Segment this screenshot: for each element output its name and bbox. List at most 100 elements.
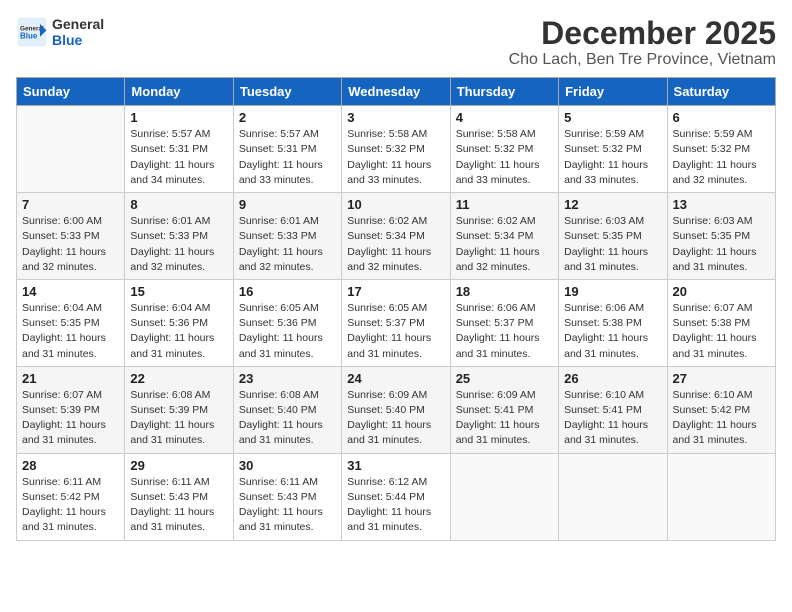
calendar-cell xyxy=(450,453,558,540)
day-info: Sunrise: 6:12 AM Sunset: 5:44 PM Dayligh… xyxy=(347,475,444,536)
day-info: Sunrise: 6:05 AM Sunset: 5:37 PM Dayligh… xyxy=(347,301,444,362)
day-header-saturday: Saturday xyxy=(667,78,775,106)
calendar-cell: 3Sunrise: 5:58 AM Sunset: 5:32 PM Daylig… xyxy=(342,106,450,193)
calendar-cell: 20 Sunrise: 6:07 AM Sunset: 5:38 PM Dayli… xyxy=(667,279,775,366)
day-info: Sunrise: 6:06 AM Sunset: 5:38 PM Dayligh… xyxy=(564,301,661,362)
day-header-monday: Monday xyxy=(125,78,233,106)
calendar-cell: 7 Sunrise: 6:00 AM Sunset: 5:33 PM Daylig… xyxy=(17,193,125,280)
calendar-cell: 4 Sunrise: 5:58 AM Sunset: 5:32 PM Daylig… xyxy=(450,106,558,193)
day-number: 13 xyxy=(673,197,770,212)
calendar-cell: 30 Sunrise: 6:11 AM Sunset: 5:43 PM Dayli… xyxy=(233,453,341,540)
week-row-4: 21 Sunrise: 6:07 AM Sunset: 5:39 PM Dayli… xyxy=(17,366,776,453)
day-info: Sunrise: 6:04 AM Sunset: 5:36 PM Dayligh… xyxy=(130,301,227,362)
title-block: December 2025 Cho Lach, Ben Tre Province… xyxy=(509,16,776,69)
day-number: 23 xyxy=(239,371,336,386)
day-info: Sunrise: 6:09 AM Sunset: 5:40 PM Dayligh… xyxy=(347,388,444,449)
calendar-cell: 6 Sunrise: 5:59 AM Sunset: 5:32 PM Daylig… xyxy=(667,106,775,193)
calendar-cell: 23 Sunrise: 6:08 AM Sunset: 5:40 PM Dayli… xyxy=(233,366,341,453)
calendar-cell: 22Sunrise: 6:08 AM Sunset: 5:39 PM Dayli… xyxy=(125,366,233,453)
day-number: 14 xyxy=(22,284,119,299)
day-number: 21 xyxy=(22,371,119,386)
day-number: 29 xyxy=(130,458,227,473)
day-number: 9 xyxy=(239,197,336,212)
calendar-cell: 11 Sunrise: 6:02 AM Sunset: 5:34 PM Dayli… xyxy=(450,193,558,280)
day-info: Sunrise: 5:57 AM Sunset: 5:31 PM Dayligh… xyxy=(239,127,336,188)
svg-text:Blue: Blue xyxy=(20,31,38,40)
page-header: General Blue General Blue December 2025 … xyxy=(16,16,776,69)
calendar-cell: 12Sunrise: 6:03 AM Sunset: 5:35 PM Dayli… xyxy=(559,193,667,280)
day-number: 3 xyxy=(347,110,444,125)
day-header-tuesday: Tuesday xyxy=(233,78,341,106)
week-row-5: 28Sunrise: 6:11 AM Sunset: 5:42 PM Dayli… xyxy=(17,453,776,540)
day-info: Sunrise: 6:11 AM Sunset: 5:43 PM Dayligh… xyxy=(239,475,336,536)
day-info: Sunrise: 6:02 AM Sunset: 5:34 PM Dayligh… xyxy=(456,214,553,275)
day-info: Sunrise: 6:03 AM Sunset: 5:35 PM Dayligh… xyxy=(564,214,661,275)
day-info: Sunrise: 5:59 AM Sunset: 5:32 PM Dayligh… xyxy=(673,127,770,188)
day-number: 22 xyxy=(130,371,227,386)
logo-general-text: General xyxy=(52,16,104,32)
week-row-3: 14 Sunrise: 6:04 AM Sunset: 5:35 PM Dayli… xyxy=(17,279,776,366)
day-number: 7 xyxy=(22,197,119,212)
calendar-cell: 1Sunrise: 5:57 AM Sunset: 5:31 PM Daylig… xyxy=(125,106,233,193)
logo-icon: General Blue xyxy=(16,16,48,48)
day-info: Sunrise: 6:01 AM Sunset: 5:33 PM Dayligh… xyxy=(239,214,336,275)
day-number: 18 xyxy=(456,284,553,299)
calendar-cell xyxy=(667,453,775,540)
calendar-cell: 31 Sunrise: 6:12 AM Sunset: 5:44 PM Dayli… xyxy=(342,453,450,540)
calendar-header-row: SundayMondayTuesdayWednesdayThursdayFrid… xyxy=(17,78,776,106)
day-number: 31 xyxy=(347,458,444,473)
day-info: Sunrise: 6:11 AM Sunset: 5:43 PM Dayligh… xyxy=(130,475,227,536)
calendar-cell: 28Sunrise: 6:11 AM Sunset: 5:42 PM Dayli… xyxy=(17,453,125,540)
day-number: 19 xyxy=(564,284,661,299)
logo: General Blue General Blue xyxy=(16,16,104,48)
calendar-subtitle: Cho Lach, Ben Tre Province, Vietnam xyxy=(509,51,776,69)
day-number: 15 xyxy=(130,284,227,299)
day-info: Sunrise: 6:03 AM Sunset: 5:35 PM Dayligh… xyxy=(673,214,770,275)
day-number: 11 xyxy=(456,197,553,212)
day-info: Sunrise: 6:02 AM Sunset: 5:34 PM Dayligh… xyxy=(347,214,444,275)
calendar-cell: 26Sunrise: 6:10 AM Sunset: 5:41 PM Dayli… xyxy=(559,366,667,453)
calendar-cell xyxy=(559,453,667,540)
calendar-cell: 21 Sunrise: 6:07 AM Sunset: 5:39 PM Dayli… xyxy=(17,366,125,453)
day-info: Sunrise: 6:07 AM Sunset: 5:39 PM Dayligh… xyxy=(22,388,119,449)
day-info: Sunrise: 5:59 AM Sunset: 5:32 PM Dayligh… xyxy=(564,127,661,188)
day-info: Sunrise: 6:07 AM Sunset: 5:38 PM Dayligh… xyxy=(673,301,770,362)
calendar-cell: 15 Sunrise: 6:04 AM Sunset: 5:36 PM Dayli… xyxy=(125,279,233,366)
day-number: 4 xyxy=(456,110,553,125)
week-row-1: 1Sunrise: 5:57 AM Sunset: 5:31 PM Daylig… xyxy=(17,106,776,193)
calendar-cell: 29 Sunrise: 6:11 AM Sunset: 5:43 PM Dayli… xyxy=(125,453,233,540)
calendar-cell: 25Sunrise: 6:09 AM Sunset: 5:41 PM Dayli… xyxy=(450,366,558,453)
day-number: 10 xyxy=(347,197,444,212)
day-info: Sunrise: 6:01 AM Sunset: 5:33 PM Dayligh… xyxy=(130,214,227,275)
calendar-title: December 2025 xyxy=(509,16,776,51)
day-info: Sunrise: 5:57 AM Sunset: 5:31 PM Dayligh… xyxy=(130,127,227,188)
day-number: 20 xyxy=(673,284,770,299)
calendar-cell: 8 Sunrise: 6:01 AM Sunset: 5:33 PM Daylig… xyxy=(125,193,233,280)
day-number: 2 xyxy=(239,110,336,125)
day-info: Sunrise: 5:58 AM Sunset: 5:32 PM Dayligh… xyxy=(456,127,553,188)
day-header-friday: Friday xyxy=(559,78,667,106)
logo-blue-text: Blue xyxy=(52,32,104,48)
calendar-cell: 18 Sunrise: 6:06 AM Sunset: 5:37 PM Dayli… xyxy=(450,279,558,366)
calendar-cell: 19 Sunrise: 6:06 AM Sunset: 5:38 PM Dayli… xyxy=(559,279,667,366)
day-number: 16 xyxy=(239,284,336,299)
calendar-cell: 5 Sunrise: 5:59 AM Sunset: 5:32 PM Daylig… xyxy=(559,106,667,193)
day-info: Sunrise: 6:10 AM Sunset: 5:41 PM Dayligh… xyxy=(564,388,661,449)
day-info: Sunrise: 6:04 AM Sunset: 5:35 PM Dayligh… xyxy=(22,301,119,362)
calendar-cell: 13 Sunrise: 6:03 AM Sunset: 5:35 PM Dayli… xyxy=(667,193,775,280)
day-info: Sunrise: 6:06 AM Sunset: 5:37 PM Dayligh… xyxy=(456,301,553,362)
week-row-2: 7 Sunrise: 6:00 AM Sunset: 5:33 PM Daylig… xyxy=(17,193,776,280)
calendar-cell: 17Sunrise: 6:05 AM Sunset: 5:37 PM Dayli… xyxy=(342,279,450,366)
day-number: 30 xyxy=(239,458,336,473)
day-info: Sunrise: 6:00 AM Sunset: 5:33 PM Dayligh… xyxy=(22,214,119,275)
day-number: 5 xyxy=(564,110,661,125)
day-number: 8 xyxy=(130,197,227,212)
calendar-cell: 10 Sunrise: 6:02 AM Sunset: 5:34 PM Dayli… xyxy=(342,193,450,280)
calendar-cell: 16Sunrise: 6:05 AM Sunset: 5:36 PM Dayli… xyxy=(233,279,341,366)
day-header-wednesday: Wednesday xyxy=(342,78,450,106)
day-number: 24 xyxy=(347,371,444,386)
calendar-table: SundayMondayTuesdayWednesdayThursdayFrid… xyxy=(16,77,776,540)
day-number: 6 xyxy=(673,110,770,125)
day-info: Sunrise: 6:09 AM Sunset: 5:41 PM Dayligh… xyxy=(456,388,553,449)
day-info: Sunrise: 6:08 AM Sunset: 5:40 PM Dayligh… xyxy=(239,388,336,449)
